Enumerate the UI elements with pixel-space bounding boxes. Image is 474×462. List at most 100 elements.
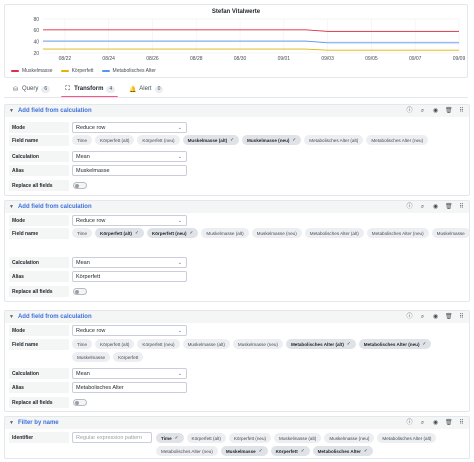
field-chip[interactable]: Metabolisches Alter (alt)	[304, 135, 364, 145]
field-chip[interactable]: Metabolisches Alter (neu)	[366, 228, 429, 238]
replace-all-fields-toggle[interactable]	[73, 399, 87, 406]
chevron-down-icon[interactable]: ▼	[9, 420, 14, 426]
field-chip[interactable]: Metabolisches Alter (alt) ✓	[285, 339, 356, 349]
field-chip-label: Körperfett	[275, 448, 298, 454]
info-icon[interactable]: ⓘ	[406, 105, 413, 117]
alias-input[interactable]: Metabolisches Alter	[72, 382, 187, 393]
tab-transform[interactable]: ⛶ Transform 4	[61, 82, 119, 98]
field-chip[interactable]: Metabolisches Alter (alt)	[304, 228, 364, 238]
info-icon[interactable]: ⓘ	[406, 311, 413, 323]
info-icon[interactable]: ⓘ	[406, 417, 413, 429]
eye-icon[interactable]: ◉	[432, 201, 439, 213]
field-chip[interactable]: Körperfett (neu) ✓	[146, 228, 199, 238]
eye-icon[interactable]: ◉	[432, 417, 439, 429]
mode-select[interactable]: Reduce row ⌄	[72, 215, 187, 226]
regex-pattern-input[interactable]: Regular expression pattern	[72, 432, 152, 443]
trash-icon[interactable]: 🗑	[445, 417, 453, 429]
field-chip[interactable]: Metabolisches Alter ✓	[312, 446, 373, 456]
field-chip[interactable]: Muskelmasse (alt)	[182, 339, 230, 349]
field-chip[interactable]: Metabolisches Alter (neu)	[366, 135, 429, 145]
drag-handle-icon[interactable]: ⠿	[458, 311, 465, 323]
legend-item[interactable]: Metabolisches Alter	[101, 68, 156, 74]
field-chip[interactable]: Time ✓	[156, 433, 184, 443]
tab-query[interactable]: ⛁ Query 6	[10, 82, 52, 96]
field-chip[interactable]: Muskelmasse ✓	[220, 446, 268, 456]
field-chip[interactable]: Körperfett (neu)	[137, 339, 180, 349]
field-chip[interactable]: Körperfett (neu)	[137, 135, 180, 145]
mode-select[interactable]: Reduce row ⌄	[72, 325, 187, 336]
filter-by-name-card: ▼ Filter by name ⓘ ⌕ ◉ 🗑 ⠿ Identifier Regular ex…	[4, 416, 470, 459]
calculation-select[interactable]: Mean ⌄	[72, 368, 187, 379]
field-chip[interactable]: Muskelmasse (neu)	[251, 228, 302, 238]
card-header[interactable]: ▼ Add field from calculation ⓘ ⌕ ◉ 🗑 ⠿	[5, 105, 469, 117]
field-chip[interactable]: Time	[72, 135, 93, 145]
card-title: Add field from calculation	[17, 108, 92, 114]
trash-icon[interactable]: 🗑	[445, 311, 453, 323]
drag-handle-icon[interactable]: ⠿	[458, 417, 465, 429]
chevron-down-icon[interactable]: ▼	[9, 204, 14, 210]
chevron-down-icon: ⌄	[177, 125, 182, 131]
legend-item[interactable]: Körperfett	[60, 68, 94, 74]
alias-input[interactable]: Körperfett	[72, 271, 187, 282]
eye-icon[interactable]: ◉	[432, 311, 439, 323]
field-chip[interactable]: Metabolisches Alter (alt)	[377, 433, 437, 443]
card-title: Add field from calculation	[17, 314, 92, 320]
info-icon[interactable]: ⓘ	[406, 201, 413, 213]
trash-icon[interactable]: 🗑	[445, 201, 453, 213]
legend-item[interactable]: Muskelmasse	[11, 68, 53, 74]
legend-swatch	[60, 70, 69, 72]
debug-icon[interactable]: ⌕	[419, 311, 426, 323]
field-chip-label: Metabolisches Alter	[317, 448, 361, 454]
field-chip[interactable]: Muskelmasse (neu) ✓	[242, 135, 302, 145]
calculation-select[interactable]: Mean ⌄	[72, 151, 187, 162]
mode-select[interactable]: Reduce row ⌄	[72, 122, 187, 133]
alias-input[interactable]: Muskelmasse	[72, 165, 187, 176]
card-header[interactable]: ▼ Filter by name ⓘ ⌕ ◉ 🗑 ⠿	[5, 417, 469, 429]
drag-handle-icon[interactable]: ⠿	[458, 105, 465, 117]
field-chip[interactable]: Körperfett (neu)	[228, 433, 272, 443]
field-label: Calculation	[9, 151, 69, 162]
field-chip[interactable]: Muskelmasse (neu)	[232, 339, 283, 349]
card-header[interactable]: ▼ Add field from calculation ⓘ ⌕ ◉ 🗑 ⠿	[5, 311, 469, 323]
field-label: Field name	[9, 135, 69, 146]
field-chip[interactable]: Muskelmasse (alt)	[201, 228, 249, 238]
drag-handle-icon[interactable]: ⠿	[458, 201, 465, 213]
debug-icon[interactable]: ⌕	[419, 417, 426, 429]
card-actions: ⓘ ⌕ ◉ 🗑 ⠿	[406, 105, 465, 117]
field-chip[interactable]: Time	[72, 228, 93, 238]
field-chip-label: Körperfett	[118, 354, 139, 360]
field-chip[interactable]: Körperfett (alt)	[95, 135, 135, 145]
field-chip-label: Time	[77, 341, 88, 347]
replace-all-fields-toggle[interactable]	[73, 288, 87, 295]
field-chip[interactable]: Körperfett (alt)	[95, 339, 135, 349]
field-chip[interactable]: Time	[72, 339, 93, 349]
input-value: Metabolisches Alter	[76, 384, 124, 391]
select-value: Reduce row	[76, 217, 106, 224]
field-chip[interactable]: Körperfett	[113, 352, 144, 362]
calculation-select[interactable]: Mean ⌄	[72, 257, 187, 268]
card-actions: ⓘ ⌕ ◉ 🗑 ⠿	[406, 201, 465, 213]
field-chip-label: Muskelmasse	[225, 448, 256, 454]
field-chip[interactable]: Muskelmasse (neu)	[324, 433, 375, 443]
field-chip[interactable]: Körperfett (alt)	[186, 433, 226, 443]
chevron-down-icon[interactable]: ▼	[9, 314, 14, 320]
field-chip-label: Körperfett (neu)	[142, 341, 175, 347]
field-chip[interactable]: Körperfett ✓	[270, 446, 310, 456]
field-chip[interactable]: Metabolisches Alter (neu)	[156, 446, 218, 456]
replace-all-fields-toggle[interactable]	[73, 182, 87, 189]
field-chip[interactable]: Metabolisches Alter (neu) ✓	[358, 339, 432, 349]
trash-icon[interactable]: 🗑	[445, 105, 453, 117]
y-tick-label: 60	[33, 28, 39, 34]
debug-icon[interactable]: ⌕	[419, 105, 426, 117]
field-chip[interactable]: Muskelmasse (alt) ✓	[182, 135, 240, 145]
field-chip[interactable]: Körperfett (alt) ✓	[95, 228, 144, 238]
field-chip-label: Metabolisches Alter (alt)	[382, 435, 432, 441]
card-header[interactable]: ▼ Add field from calculation ⓘ ⌕ ◉ 🗑 ⠿	[5, 201, 469, 213]
debug-icon[interactable]: ⌕	[419, 201, 426, 213]
field-chip[interactable]: Muskelmasse	[431, 228, 470, 238]
field-chip[interactable]: Muskelmasse	[72, 352, 111, 362]
tab-alert[interactable]: 🔔 Alert 0	[127, 82, 165, 96]
chevron-down-icon[interactable]: ▼	[9, 108, 14, 114]
eye-icon[interactable]: ◉	[432, 105, 439, 117]
field-chip[interactable]: Muskelmasse (alt)	[274, 433, 322, 443]
